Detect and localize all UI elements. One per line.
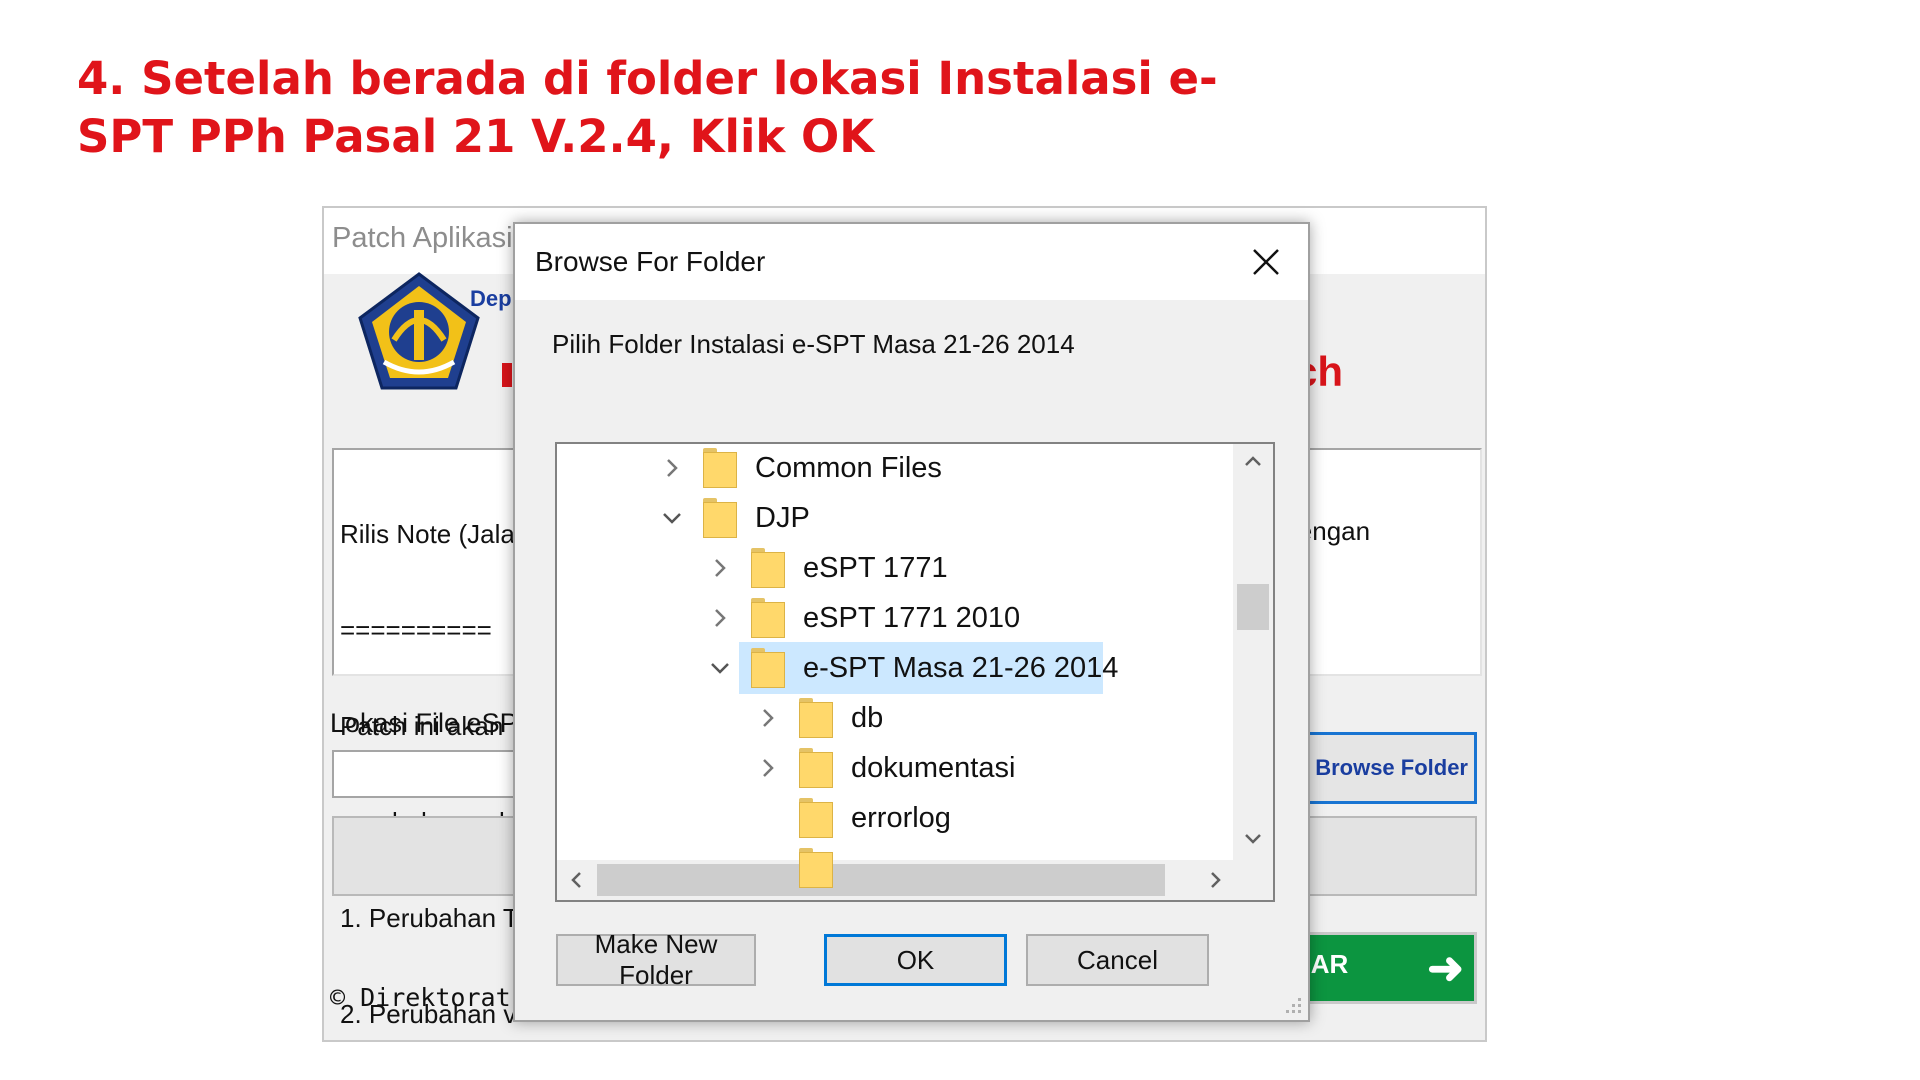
folder-icon (703, 498, 737, 538)
tree-item-label: Common Files (755, 451, 942, 484)
tree-item-label: eSPT 1771 2010 (803, 601, 1021, 634)
folder-icon (799, 698, 833, 738)
scroll-up-icon[interactable] (1241, 450, 1265, 474)
folder-icon (703, 448, 737, 488)
vertical-scrollbar[interactable] (1233, 444, 1273, 856)
chevron-down-icon[interactable] (657, 498, 687, 538)
tree-item-label: DJP (755, 501, 810, 534)
no-expander (753, 848, 783, 888)
dialog-description: Pilih Folder Instalasi e-SPT Masa 21-26 … (552, 329, 1075, 359)
ok-button[interactable]: OK (824, 934, 1007, 986)
scrollbar-corner (1233, 852, 1273, 900)
folder-icon (751, 598, 785, 638)
folder-tree[interactable]: Common Files DJP eSPT 1771 eSPT 1771 201… (555, 442, 1275, 902)
screen: 4. Setelah berada di folder lokasi Insta… (0, 0, 1920, 1080)
close-icon[interactable] (1236, 232, 1296, 292)
horizontal-scroll-thumb[interactable] (597, 864, 1165, 896)
app-dept-text: Dep (470, 286, 512, 311)
exit-arrow-icon: ➜ (1427, 944, 1464, 993)
instruction-heading: 4. Setelah berada di folder lokasi Insta… (77, 50, 1218, 166)
tree-item-label: eSPT 1771 (803, 551, 948, 584)
tree-item-espt-masa-21-26-2014[interactable]: e-SPT Masa 21-26 2014 (705, 642, 1122, 694)
chevron-right-icon[interactable] (657, 448, 687, 488)
instruction-line-1: 4. Setelah berada di folder lokasi Insta… (77, 52, 1218, 105)
tree-item-partial (753, 845, 847, 891)
tree-item-label: db (851, 701, 884, 734)
scroll-right-icon[interactable] (1203, 868, 1227, 892)
release-note-line: Rilis Note (Jala (340, 519, 515, 549)
folder-icon (751, 548, 785, 588)
tree-item-espt-1771[interactable]: eSPT 1771 (705, 545, 952, 591)
kemenkeu-logo-icon (358, 272, 480, 390)
tree-item-label: dokumentasi (851, 751, 1016, 784)
tree-item-common-files[interactable]: Common Files (657, 445, 946, 491)
tree-item-label: errorlog (851, 801, 951, 834)
tree-item-label: e-SPT Masa 21-26 2014 (803, 651, 1119, 684)
cancel-button[interactable]: Cancel (1026, 934, 1209, 986)
tree-item-db[interactable]: db (753, 695, 887, 741)
chevron-right-icon[interactable] (753, 698, 783, 738)
chevron-down-icon[interactable] (705, 648, 735, 688)
dialog-title: Browse For Folder (535, 246, 766, 277)
scroll-left-icon[interactable] (565, 868, 589, 892)
tree-item-espt-1771-2010[interactable]: eSPT 1771 2010 (705, 595, 1024, 641)
release-note-line: ========== (340, 615, 492, 645)
horizontal-scrollbar[interactable] (557, 860, 1235, 900)
make-new-folder-button[interactable]: Make New Folder (556, 929, 756, 990)
tree-item-djp[interactable]: DJP (657, 495, 814, 541)
chevron-right-icon[interactable] (705, 548, 735, 588)
release-note-line: 1. Perubahan T (340, 903, 519, 933)
vertical-scroll-thumb[interactable] (1237, 584, 1269, 630)
browse-for-folder-dialog: Browse For Folder Pilih Folder Instalasi… (513, 222, 1310, 1022)
scroll-down-icon[interactable] (1241, 826, 1265, 850)
folder-icon (799, 748, 833, 788)
folder-icon (751, 648, 785, 688)
app-title-fragment-left (502, 363, 512, 387)
folder-icon (799, 798, 833, 838)
no-expander (753, 798, 783, 838)
tree-item-errorlog[interactable]: errorlog (753, 795, 955, 841)
chevron-right-icon[interactable] (753, 748, 783, 788)
location-label: Lokasi File eSP (330, 708, 518, 738)
app-title: Patch Aplikasi (332, 222, 513, 254)
chevron-right-icon[interactable] (705, 598, 735, 638)
instruction-line-2: SPT PPh Pasal 21 V.2.4, Klik OK (77, 110, 875, 163)
folder-icon (799, 848, 833, 888)
tree-item-dokumentasi[interactable]: dokumentasi (753, 745, 1019, 791)
resize-grip-icon[interactable] (1282, 994, 1304, 1016)
copyright-text: © Direktorat (330, 983, 511, 1012)
